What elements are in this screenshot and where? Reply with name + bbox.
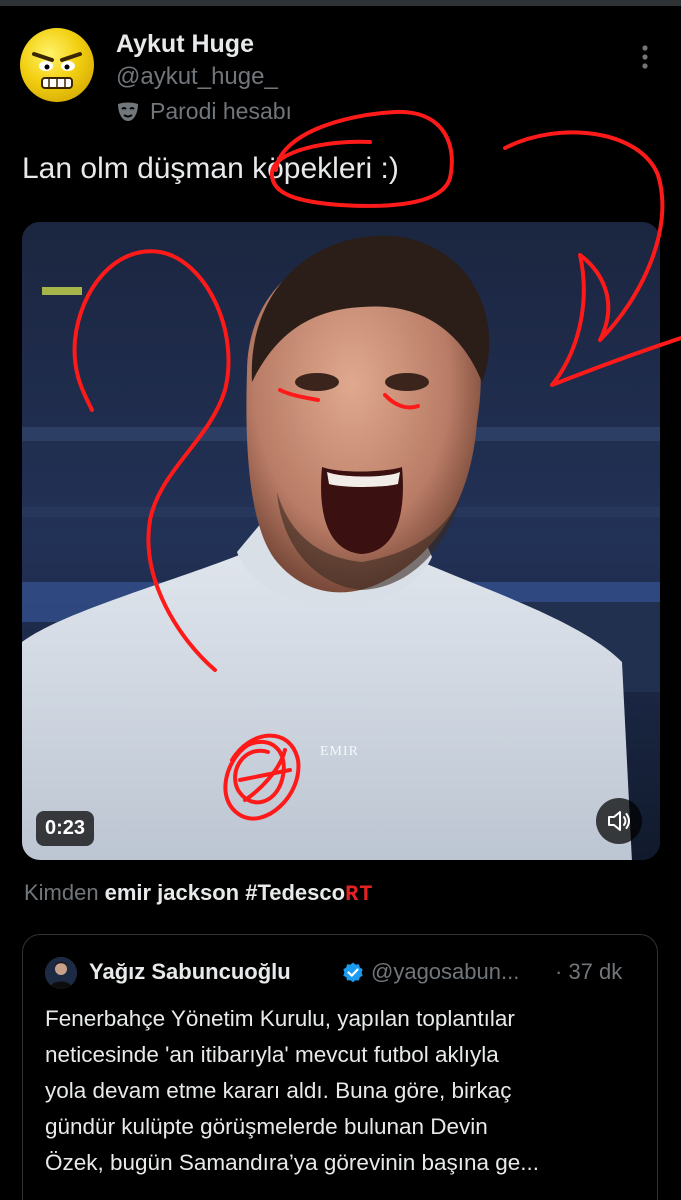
source-name[interactable]: emir jackson #Tedesco xyxy=(105,880,346,905)
video-source: Kimden emir jackson #TedescoRT xyxy=(24,880,374,907)
quote-line: yola devam etme kararı aldı. Buna göre, … xyxy=(45,1078,512,1103)
top-divider xyxy=(0,0,681,6)
parody-label: Parodi hesabı xyxy=(150,98,292,124)
quote-text: Fenerbahçe Yönetim Kurulu, yapılan topla… xyxy=(45,1001,641,1181)
angry-emoji-avatar xyxy=(32,52,82,89)
shirt-logo: EMIR xyxy=(320,744,359,759)
quote-line: neticesinde 'an itibarıyla' mevcut futbo… xyxy=(45,1042,499,1067)
author-avatar[interactable] xyxy=(20,28,94,102)
more-icon xyxy=(642,45,648,69)
quote-avatar[interactable] xyxy=(45,957,77,989)
profile-photo xyxy=(45,957,77,989)
rt-annotation: RT xyxy=(345,882,374,907)
quote-line: Özek, bugün Samandıra’ya görevinin başın… xyxy=(45,1150,540,1175)
mask-icon xyxy=(118,102,138,121)
volume-icon xyxy=(608,811,630,831)
author-handle[interactable]: @aykut_huge_ xyxy=(116,63,278,91)
quote-line: gündür kulüpte görüşmelerde bulunan Devi… xyxy=(45,1114,488,1139)
author-name[interactable]: Aykut Huge xyxy=(116,30,254,59)
quoted-tweet[interactable]: Yağız Sabuncuoğlu @yagosabun... · 37 dk … xyxy=(22,934,658,1200)
verified-icon xyxy=(341,961,365,985)
video-duration: 0:23 xyxy=(36,811,95,846)
video-player[interactable]: EMIR 0:23 xyxy=(22,222,660,860)
parody-badge: Parodi hesabı xyxy=(116,98,292,125)
tweet-text: Lan olm düşman köpekleri :) xyxy=(22,152,399,185)
quote-author-name[interactable]: Yağız Sabuncuoğlu xyxy=(89,959,291,985)
volume-button[interactable] xyxy=(596,798,642,844)
source-prefix: Kimden xyxy=(24,880,99,905)
quote-author-handle[interactable]: @yagosabun... xyxy=(371,959,519,985)
quote-line: Fenerbahçe Yönetim Kurulu, yapılan topla… xyxy=(45,1006,515,1031)
video-frame xyxy=(22,222,660,860)
quote-timestamp[interactable]: · 37 dk xyxy=(555,959,622,985)
more-button[interactable] xyxy=(628,40,662,74)
